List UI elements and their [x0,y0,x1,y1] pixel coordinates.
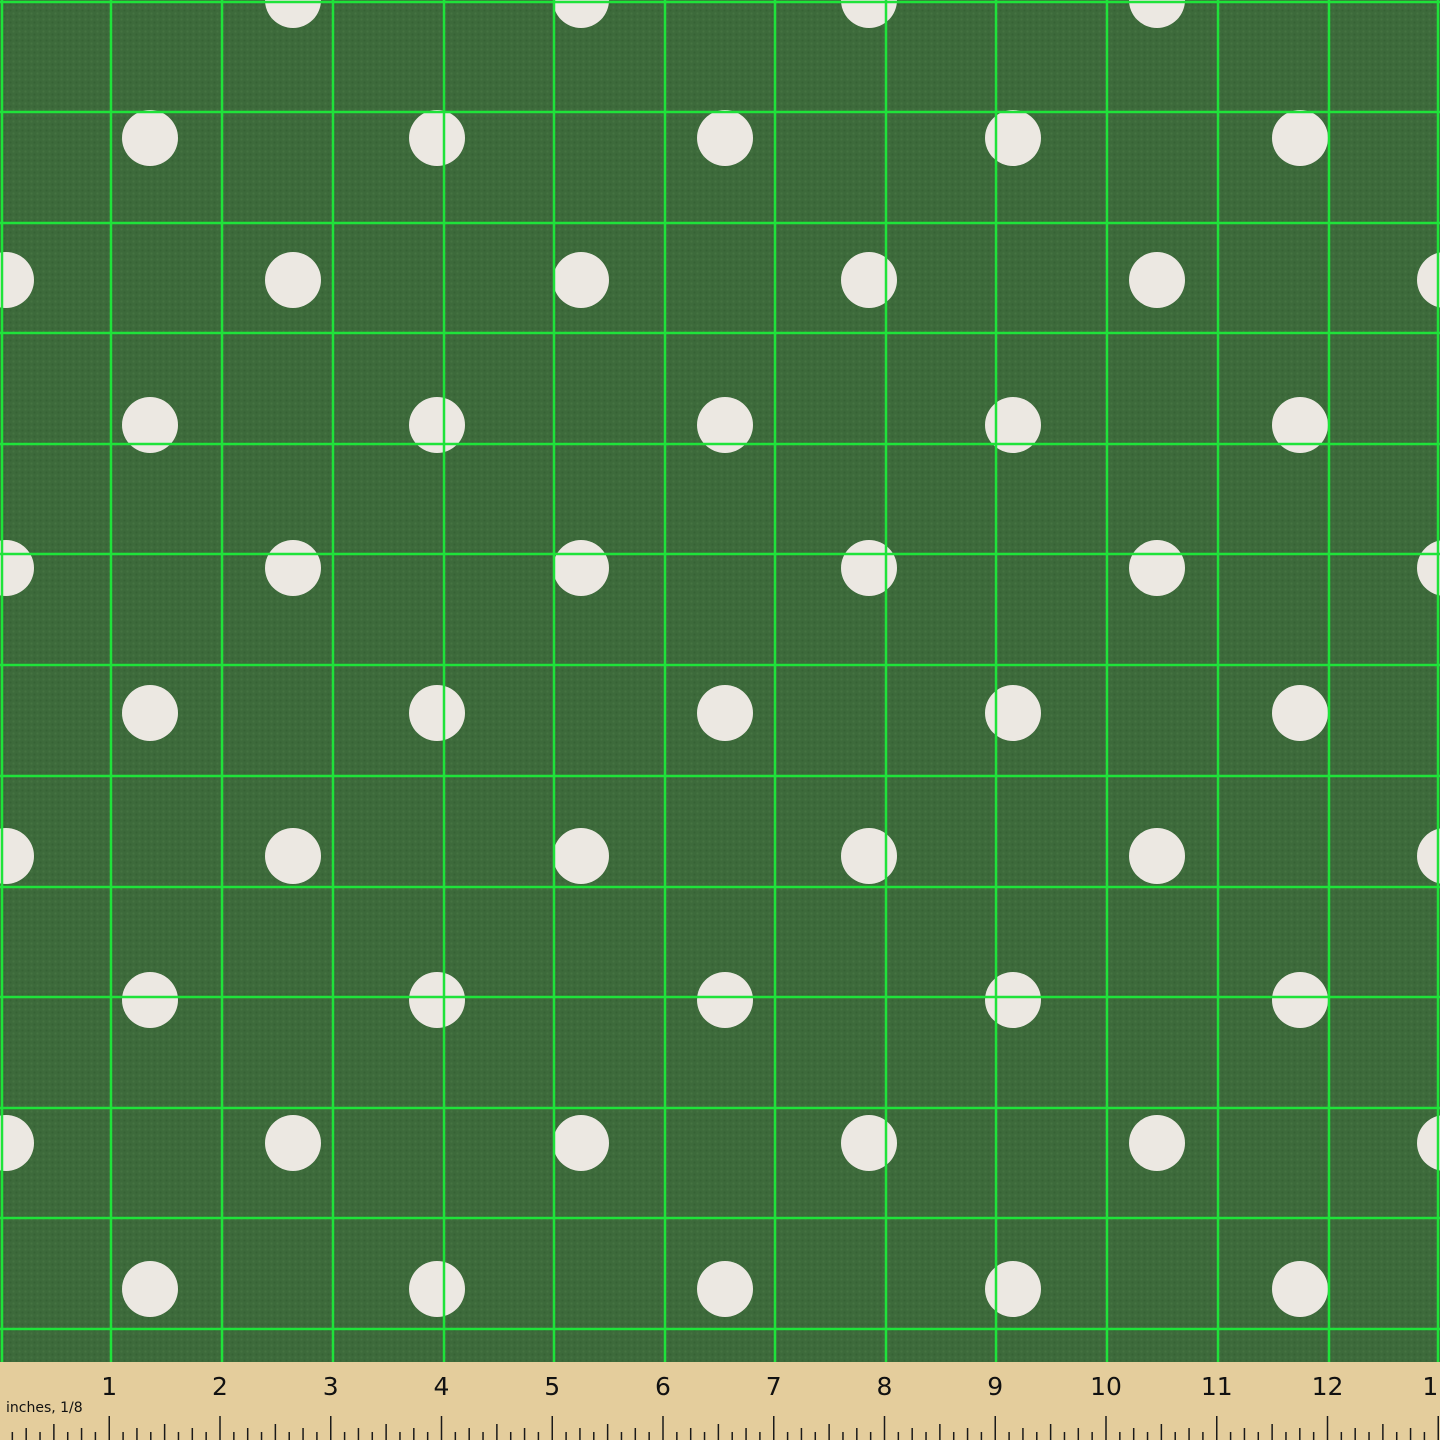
polka-dot [265,1115,321,1171]
polka-dot [697,1261,753,1317]
polka-dot [1272,972,1328,1028]
polka-dot [553,1115,609,1171]
polka-dot [1129,540,1185,596]
polka-dot [697,685,753,741]
polka-dot [1129,252,1185,308]
ruler-number: 9 [987,1372,1003,1401]
ruler-number: 3 [323,1372,339,1401]
polka-dot [985,110,1041,166]
polka-dot [1129,1115,1185,1171]
polka-dot [409,1261,465,1317]
polka-dot [553,828,609,884]
polka-dot [122,1261,178,1317]
polka-dot-fabric-swatch [0,0,1440,1362]
polka-dot [1272,1261,1328,1317]
ruler-number: 8 [877,1372,893,1401]
ruler-number: 6 [655,1372,671,1401]
polka-dot [985,685,1041,741]
ruler-number: 1 [101,1372,117,1401]
fabric-background [0,0,1440,1362]
polka-dot [985,1261,1041,1317]
ruler-number: 13 [1422,1372,1440,1401]
polka-dot [553,540,609,596]
polka-dot [1272,685,1328,741]
fabric-swatch-view: 12345678910111213 inches, 1/8 [0,0,1440,1440]
polka-dot [409,972,465,1028]
polka-dot [409,110,465,166]
polka-dot [697,972,753,1028]
polka-dot [553,252,609,308]
ruler-number: 4 [434,1372,450,1401]
ruler-number: 12 [1312,1372,1344,1401]
polka-dot [985,972,1041,1028]
ruler-number: 7 [766,1372,782,1401]
polka-dot [122,685,178,741]
ruler-number: 5 [544,1372,560,1401]
polka-dot [841,1115,897,1171]
polka-dot [841,252,897,308]
polka-dot [265,252,321,308]
polka-dot [265,828,321,884]
polka-dot [122,972,178,1028]
ruler-number: 2 [212,1372,228,1401]
inch-ruler: 12345678910111213 inches, 1/8 [0,1362,1440,1440]
ruler-unit-label: inches, 1/8 [6,1400,83,1416]
polka-dot [1129,828,1185,884]
polka-dot [265,540,321,596]
polka-dot [841,828,897,884]
polka-dot [841,540,897,596]
ruler-number: 10 [1090,1372,1122,1401]
polka-dot [1272,110,1328,166]
ruler-number: 11 [1201,1372,1233,1401]
polka-dot [409,685,465,741]
polka-dot [697,110,753,166]
polka-dot [122,110,178,166]
